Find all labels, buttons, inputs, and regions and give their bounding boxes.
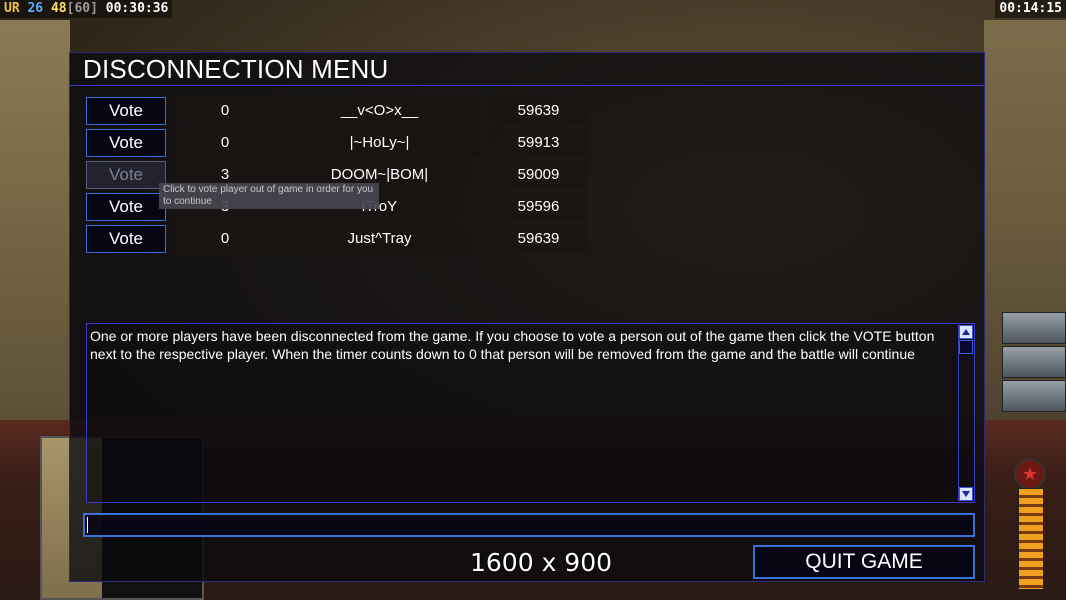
arrow-up-icon [962, 329, 970, 335]
disconnection-dialog: DISCONNECTION MENU Vote 0 __v<O>x__ 5963… [69, 52, 985, 582]
star-icon: ★ [1014, 458, 1046, 490]
disconnect-message: One or more players have been disconnect… [90, 328, 935, 362]
scroll-thumb[interactable] [959, 340, 973, 354]
player-ping: 59009 [490, 161, 587, 189]
player-ping: 59913 [490, 129, 587, 157]
vote-button[interactable]: Vote [86, 225, 166, 253]
vote-button[interactable]: Vote [86, 161, 166, 189]
vote-count: 0 [177, 129, 273, 157]
scroll-down-button[interactable] [959, 487, 973, 501]
quit-game-button[interactable]: QUIT GAME [753, 545, 975, 579]
unit-button-2[interactable] [1002, 346, 1066, 378]
player-ping: 59596 [490, 193, 587, 221]
hud-tag: UR [4, 1, 20, 16]
chat-input[interactable] [83, 513, 975, 537]
title-divider [70, 85, 984, 86]
hud-bracket: [60] [66, 1, 98, 16]
message-scrollbar[interactable] [958, 325, 973, 501]
resolution-label: 1600 x 900 [470, 548, 613, 577]
scroll-up-button[interactable] [959, 325, 973, 339]
power-meter [1018, 488, 1044, 590]
unit-sidebar [1000, 300, 1066, 420]
hud-game-time: 00:30:36 [105, 1, 169, 16]
vote-count: 0 [177, 97, 273, 125]
game-terrain-left [0, 20, 70, 420]
hud-clock: 00:14:15 [995, 0, 1066, 18]
player-name: Just^Tray [278, 225, 481, 253]
hud-number-2: 48 [50, 1, 67, 16]
hud-stats: UR 26 48[60] 00:30:36 [0, 0, 173, 18]
dialog-title: DISCONNECTION MENU [83, 54, 389, 84]
vote-button[interactable]: Vote [86, 193, 166, 221]
arrow-down-icon [962, 491, 970, 497]
vote-button[interactable]: Vote [86, 97, 166, 125]
player-name: |~HoLy~| [278, 129, 481, 157]
player-ping: 59639 [490, 225, 587, 253]
unit-button-3[interactable] [1002, 380, 1066, 412]
vote-tooltip: Click to vote player out of game in orde… [159, 183, 379, 209]
vote-count: 0 [177, 225, 273, 253]
hud-number-1: 26 [27, 1, 44, 16]
text-cursor [87, 517, 88, 533]
message-panel: One or more players have been disconnect… [86, 323, 975, 503]
unit-button-1[interactable] [1002, 312, 1066, 344]
player-ping: 59639 [490, 97, 587, 125]
player-name: __v<O>x__ [278, 97, 481, 125]
vote-button[interactable]: Vote [86, 129, 166, 157]
